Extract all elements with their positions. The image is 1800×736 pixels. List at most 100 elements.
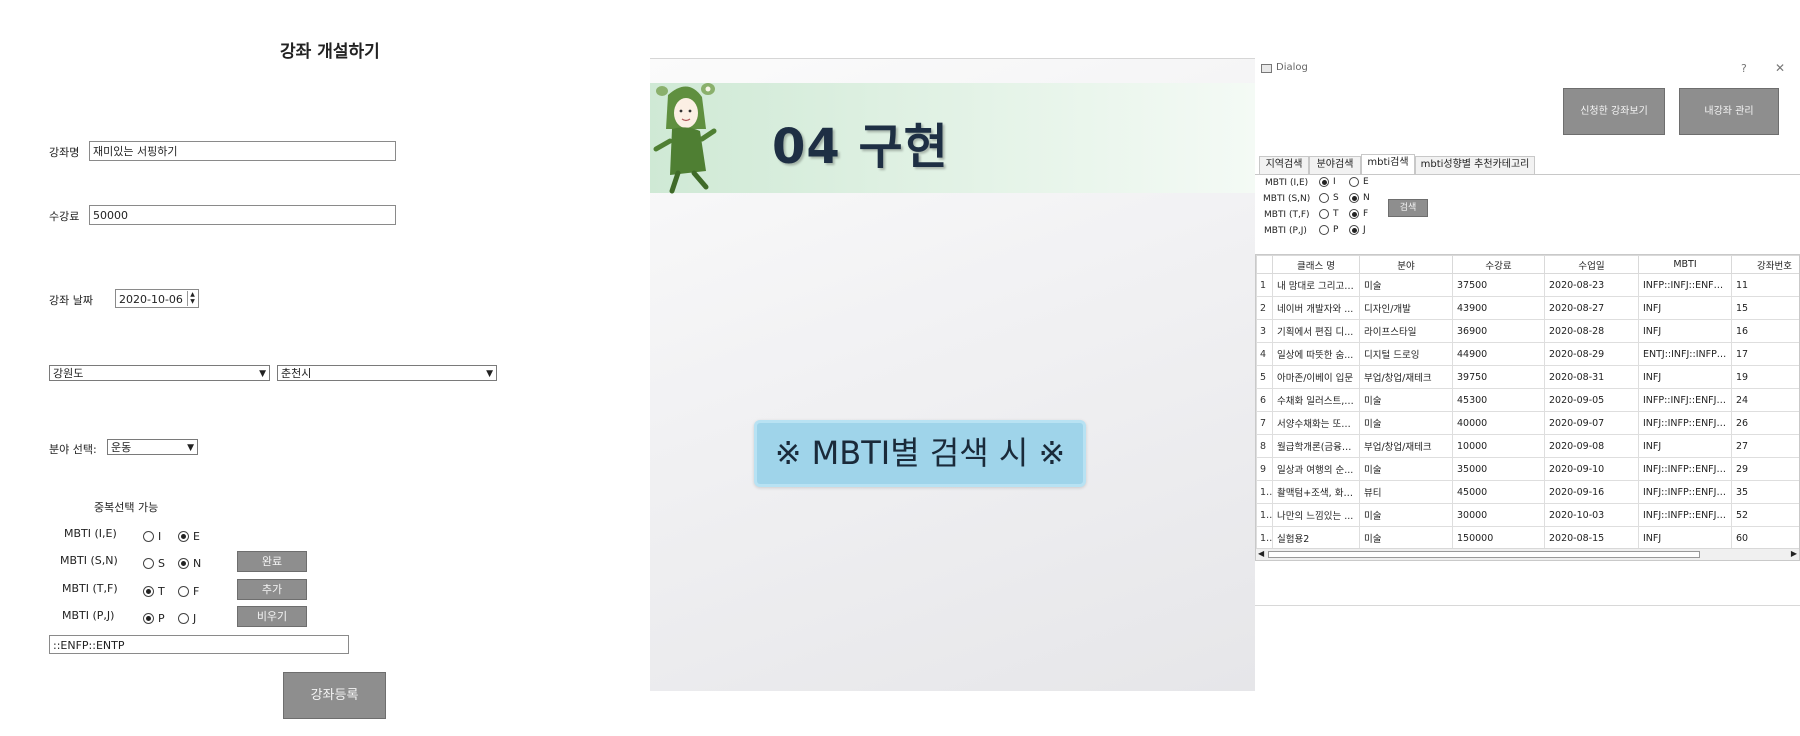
table-row[interactable]: 8 월급학개론(금융), ... 부업/창업/재테크 10000 2020-09-08 I… <box>1256 434 1799 458</box>
mbti-cell[interactable]: INFP::INFJ::ENFJ::E... <box>1638 388 1732 412</box>
mbti-cell[interactable]: INFJ <box>1638 319 1732 343</box>
mbti-tf-option-f[interactable]: F <box>178 581 199 600</box>
column-header-mbti[interactable]: MBTI <box>1638 255 1732 274</box>
course-number-cell[interactable]: 24 <box>1731 388 1799 412</box>
mbti-cell[interactable]: INFJ <box>1638 434 1732 458</box>
tab-mbti-recommend[interactable]: mbti성향별 추천카테고리 <box>1415 156 1535 174</box>
add-button[interactable]: 추가 <box>237 579 307 600</box>
mbti-tf-option-t[interactable]: T <box>143 581 165 600</box>
class-name-cell[interactable]: 나만의 느낌있는 ... <box>1272 503 1360 527</box>
mbti-sn-option-s[interactable]: S <box>143 553 165 572</box>
table-row[interactable]: 7 서양수채화는 또다... 미술 40000 2020-09-07 INFJ::INFP… <box>1256 411 1799 435</box>
tab-region-search[interactable]: 지역검색 <box>1259 156 1309 174</box>
field-cell[interactable]: 미술 <box>1359 273 1453 297</box>
close-icon[interactable]: ✕ <box>1775 61 1785 75</box>
column-header-class-date[interactable]: 수업일 <box>1544 255 1639 274</box>
spin-arrows-icon[interactable]: ▲ ▼ <box>187 291 197 306</box>
date-picker[interactable]: 2020-10-06 ▲ ▼ <box>115 289 199 308</box>
class-name-cell[interactable]: 일상과 여행의 순... <box>1272 457 1360 481</box>
table-row[interactable]: 3 기획에서 편집 디... 라이프스타일 36900 2020-08-28 INFJ 16 <box>1256 319 1799 343</box>
table-row[interactable]: 5 아마존/이베이 입문 부업/창업/재테크 39750 2020-08-31 INFJ 1… <box>1256 365 1799 389</box>
mbti-ie-option-e[interactable]: E <box>178 526 200 545</box>
class-name-cell[interactable]: 월급학개론(금융), ... <box>1272 434 1360 458</box>
course-number-cell[interactable]: 27 <box>1731 434 1799 458</box>
tab-field-search[interactable]: 분야검색 <box>1309 156 1361 174</box>
applied-courses-button[interactable]: 신청한 강좌보기 <box>1563 88 1665 135</box>
column-header-fee[interactable]: 수강료 <box>1452 255 1545 274</box>
my-courses-button[interactable]: 내강좌 관리 <box>1679 88 1779 135</box>
help-icon[interactable]: ? <box>1741 62 1747 75</box>
class-name-cell[interactable]: 기획에서 편집 디... <box>1272 319 1360 343</box>
class-date-cell[interactable]: 2020-08-27 <box>1544 296 1639 320</box>
clear-button[interactable]: 비우기 <box>237 606 307 627</box>
course-number-cell[interactable]: 35 <box>1731 480 1799 504</box>
table-row[interactable]: 10 촬맥텀+조색, 화장... 뷰티 45000 2020-09-16 INFJ::IN… <box>1256 480 1799 504</box>
mbti-cell[interactable]: INFJ::INFP::ENFJ::E... <box>1638 503 1732 527</box>
scroll-right-icon[interactable]: ▶ <box>1791 549 1797 558</box>
class-date-cell[interactable]: 2020-08-28 <box>1544 319 1639 343</box>
mbti-pj-option-p[interactable]: P <box>143 608 165 627</box>
dialog-mbti-tf-option-t[interactable]: T <box>1319 209 1339 220</box>
course-number-cell[interactable]: 19 <box>1731 365 1799 389</box>
mbti-cell[interactable]: INFJ <box>1638 526 1732 550</box>
fee-cell[interactable]: 30000 <box>1452 503 1545 527</box>
fee-cell[interactable]: 40000 <box>1452 411 1545 435</box>
field-cell[interactable]: 미술 <box>1359 411 1453 435</box>
dialog-mbti-ie-option-e[interactable]: E <box>1349 177 1369 188</box>
dialog-mbti-sn-option-s[interactable]: S <box>1319 193 1339 204</box>
search-button[interactable]: 검색 <box>1388 199 1428 217</box>
complete-button[interactable]: 완료 <box>237 551 307 572</box>
course-number-cell[interactable]: 60 <box>1731 526 1799 550</box>
class-date-cell[interactable]: 2020-09-07 <box>1544 411 1639 435</box>
mbti-cell[interactable]: INFJ <box>1638 365 1732 389</box>
fee-input[interactable]: 50000 <box>89 205 396 225</box>
field-cell[interactable]: 디지털 드로잉 <box>1359 342 1453 366</box>
fee-cell[interactable]: 37500 <box>1452 273 1545 297</box>
fee-cell[interactable]: 150000 <box>1452 526 1545 550</box>
fee-cell[interactable]: 44900 <box>1452 342 1545 366</box>
class-date-cell[interactable]: 2020-10-03 <box>1544 503 1639 527</box>
field-cell[interactable]: 미술 <box>1359 388 1453 412</box>
field-cell[interactable]: 미술 <box>1359 457 1453 481</box>
scrollbar-thumb[interactable] <box>1268 551 1700 558</box>
mbti-ie-option-i[interactable]: I <box>143 526 161 545</box>
dialog-mbti-ie-option-i[interactable]: I <box>1319 177 1336 188</box>
class-name-cell[interactable]: 촬맥텀+조색, 화장... <box>1272 480 1360 504</box>
mbti-cell[interactable]: INFJ::INFP::ENFJ::E... <box>1638 457 1732 481</box>
course-number-cell[interactable]: 29 <box>1731 457 1799 481</box>
class-date-cell[interactable]: 2020-09-16 <box>1544 480 1639 504</box>
course-number-cell[interactable]: 15 <box>1731 296 1799 320</box>
city-select[interactable]: 춘천시 ▼ <box>277 365 497 381</box>
scroll-left-icon[interactable]: ◀ <box>1258 549 1264 558</box>
table-row[interactable]: 4 일상에 따뜻한 숨... 디지털 드로잉 44900 2020-08-29 ENTJ:… <box>1256 342 1799 366</box>
class-name-cell[interactable]: 실험용2 <box>1272 526 1360 550</box>
column-header-class-name[interactable]: 클래스 명 <box>1272 255 1360 274</box>
horizontal-scrollbar[interactable]: ◀ ▶ <box>1256 548 1799 560</box>
table-row[interactable]: 9 일상과 여행의 순... 미술 35000 2020-09-10 INFJ::INFP… <box>1256 457 1799 481</box>
course-number-cell[interactable]: 26 <box>1731 411 1799 435</box>
fee-cell[interactable]: 10000 <box>1452 434 1545 458</box>
class-date-cell[interactable]: 2020-08-29 <box>1544 342 1639 366</box>
field-cell[interactable]: 뷰티 <box>1359 480 1453 504</box>
course-number-cell[interactable]: 17 <box>1731 342 1799 366</box>
dialog-mbti-pj-option-j[interactable]: J <box>1349 225 1366 236</box>
fee-cell[interactable]: 39750 <box>1452 365 1545 389</box>
course-number-cell[interactable]: 11 <box>1731 273 1799 297</box>
fee-cell[interactable]: 35000 <box>1452 457 1545 481</box>
fee-cell[interactable]: 45000 <box>1452 480 1545 504</box>
class-date-cell[interactable]: 2020-09-08 <box>1544 434 1639 458</box>
fee-cell[interactable]: 43900 <box>1452 296 1545 320</box>
class-name-cell[interactable]: 일상에 따뜻한 숨... <box>1272 342 1360 366</box>
table-row[interactable]: 1내 맘대로 그리고 ... 미술 37500 2020-08-23 INFP::INF… <box>1256 273 1799 297</box>
class-name-cell[interactable]: 내 맘대로 그리고 ... <box>1272 273 1360 297</box>
class-name-cell[interactable]: 아마존/이베이 입문 <box>1272 365 1360 389</box>
field-cell[interactable]: 부업/창업/재테크 <box>1359 365 1453 389</box>
register-course-button[interactable]: 강좌등록 <box>283 672 386 719</box>
field-cell[interactable]: 미술 <box>1359 526 1453 550</box>
table-row[interactable]: 2 네이버 개발자와 ... 디자인/개발 43900 2020-08-27 INFJ 15 <box>1256 296 1799 320</box>
field-cell[interactable]: 디자인/개발 <box>1359 296 1453 320</box>
mbti-result-field[interactable]: ::ENFP::ENTP <box>49 635 349 654</box>
mbti-cell[interactable]: INFJ <box>1638 296 1732 320</box>
fee-cell[interactable]: 45300 <box>1452 388 1545 412</box>
table-row[interactable]: 12 실험용2 미술 150000 2020-08-15 INFJ 60 <box>1256 526 1799 550</box>
